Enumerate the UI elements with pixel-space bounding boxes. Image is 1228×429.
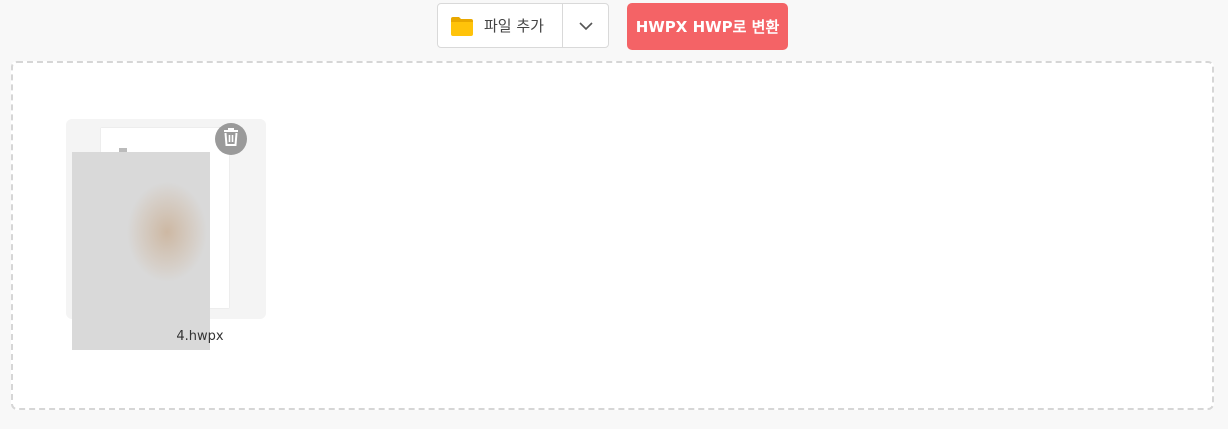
folder-icon <box>450 14 474 38</box>
blurred-preview-overlay <box>72 152 210 350</box>
file-drop-zone[interactable]: 4.hwpx <box>11 61 1214 410</box>
file-card[interactable]: 4.hwpx <box>66 119 266 350</box>
trash-icon <box>222 127 240 151</box>
add-file-split-button: 파일 추가 <box>437 3 609 48</box>
chevron-down-icon <box>578 16 594 35</box>
file-name: 4.hwpx <box>176 329 224 344</box>
add-file-label: 파일 추가 <box>484 17 544 35</box>
toolbar: 파일 추가 HWPX HWP로 변환 <box>0 3 1228 51</box>
add-file-button[interactable]: 파일 추가 <box>438 4 563 47</box>
add-file-dropdown-button[interactable] <box>563 4 608 47</box>
delete-file-button[interactable] <box>215 123 247 155</box>
convert-button[interactable]: HWPX HWP로 변환 <box>627 3 788 50</box>
